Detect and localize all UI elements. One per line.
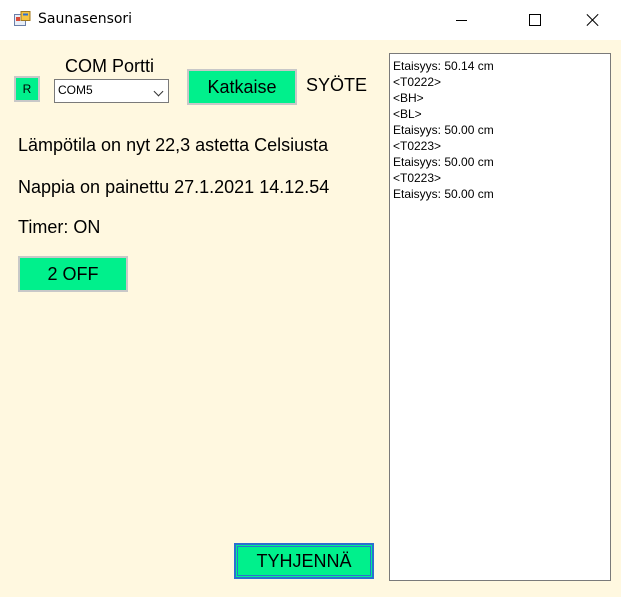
minimize-button[interactable] <box>438 0 484 40</box>
app-icon <box>14 11 31 26</box>
log-line: <T0222> <box>393 75 442 89</box>
input-label: SYÖTE <box>306 75 368 95</box>
log-line: Etaisyys: 50.00 cm <box>393 155 494 169</box>
window-title: Saunasensori <box>38 11 133 27</box>
maximize-button[interactable] <box>512 0 558 40</box>
log-line: Etaisyys: 50.00 cm <box>393 187 494 201</box>
log-line: Etaisyys: 50.14 cm <box>393 59 494 73</box>
close-button[interactable] <box>570 0 616 40</box>
clear-button[interactable]: TYHJENNÄ <box>234 543 374 579</box>
title-bar[interactable]: Saunasensori <box>0 0 621 40</box>
r-button[interactable]: R <box>14 76 40 102</box>
log-listbox[interactable]: Etaisyys: 50.14 cm <T0222> <BH> <BL> Eta… <box>389 53 611 581</box>
off-button[interactable]: 2 OFF <box>18 256 128 292</box>
timer-status-text: Timer: ON <box>18 217 101 237</box>
log-line: <BL> <box>393 107 422 121</box>
button-pressed-text: Nappia on painettu 27.1.2021 14.12.54 <box>18 177 330 197</box>
chevron-down-icon <box>153 86 164 97</box>
log-line: <T0223> <box>393 139 442 153</box>
log-line: <BH> <box>393 91 424 105</box>
minimize-icon <box>455 19 467 21</box>
disconnect-button[interactable]: Katkaise <box>187 69 297 105</box>
log-line: Etaisyys: 50.00 cm <box>393 123 494 137</box>
close-icon <box>586 13 600 27</box>
log-line: <T0223> <box>393 171 442 185</box>
maximize-icon <box>529 14 541 26</box>
com-port-label: COM Portti <box>65 56 155 76</box>
temperature-text: Lämpötila on nyt 22,3 astetta Celsiusta <box>18 135 329 155</box>
com-port-select[interactable]: COM5 <box>54 79 169 103</box>
com-port-value: COM5 <box>58 83 93 97</box>
